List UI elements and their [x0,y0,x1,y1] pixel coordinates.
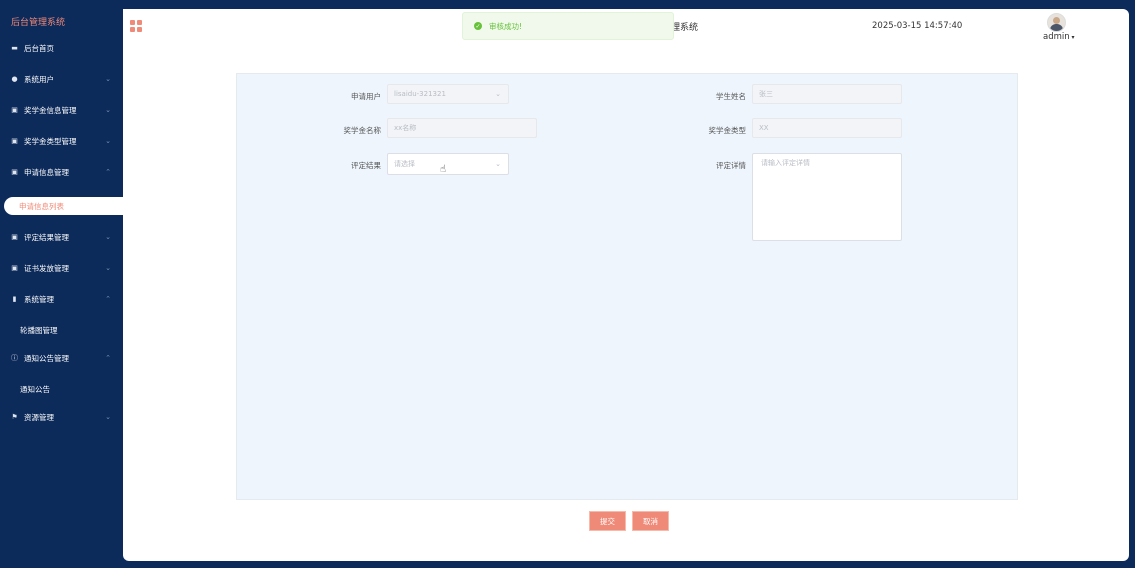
sidebar-item-application[interactable]: ▣ 申请信息管理 ⌃ [0,161,123,183]
sidebar-item-home[interactable]: ▬ 后台首页 [0,37,123,59]
result-label: 评定结果 [351,161,381,170]
main-content: 理系统 2025-03-15 14:57:40 admin ▾ 申请用户 lis… [123,9,1129,561]
header-datetime: 2025-03-15 14:57:40 [872,21,963,31]
sidebar-subitem-application-list[interactable]: 申请信息列表 [4,197,123,215]
scholarship-name-field: xx名称 [387,118,537,138]
applicant-label: 申请用户 [351,92,381,101]
chevron-down-icon: ⌄ [495,90,501,98]
pointer-cursor-icon: ☝ [440,164,447,175]
chevron-down-icon: ⌄ [105,137,111,145]
chevron-down-icon: ⌄ [105,264,111,272]
detail-placeholder: 请输入评定详情 [761,159,810,167]
check-circle-icon: ✓ [474,22,482,30]
sidebar-item-certificate[interactable]: ▣ 证书发放管理 ⌄ [0,257,123,279]
sidebar-item-notice[interactable]: ⓘ 通知公告管理 ⌃ [0,347,123,369]
student-name-field: 张三 [752,84,902,104]
detail-textarea[interactable]: 请输入评定详情 [752,153,902,241]
sidebar-item-label: 证书发放管理 [24,263,69,273]
brand-title: 后台管理系统 [11,18,66,28]
sidebar-item-system-users[interactable]: ● 系统用户 ⌄ [0,68,123,90]
toast-message: 审核成功! [489,21,523,31]
result-select[interactable]: 请选择 ⌄ [387,153,509,175]
detail-label: 评定详情 [716,161,746,170]
applicant-value: lisaidu-321321 [394,90,446,98]
sidebar-item-label: 系统用户 [24,74,54,84]
chevron-down-icon: ⌄ [495,160,501,168]
student-name-label: 学生姓名 [716,92,746,101]
sidebar-item-label: 系统管理 [24,294,54,304]
chevron-up-icon: ⌃ [105,295,111,303]
scholarship-type-value: XX [759,124,769,132]
chart-icon: ▣ [11,264,18,272]
chevron-up-icon: ⌃ [105,168,111,176]
chart-icon: ▣ [11,168,18,176]
student-name-value: 张三 [759,90,773,98]
chevron-down-icon: ⌄ [105,75,111,83]
chevron-down-icon: ⌄ [105,106,111,114]
scholarship-type-field: XX [752,118,902,138]
sidebar-item-label: 通知公告管理 [24,353,69,363]
sidebar-item-label: 资源管理 [24,412,54,422]
flag-icon: ⚑ [11,413,18,421]
sidebar-item-label: 评定结果管理 [24,232,69,242]
applicant-select: lisaidu-321321 ⌄ [387,84,509,104]
chart-icon: ▣ [11,137,18,145]
scholarship-name-value: xx名称 [394,124,417,132]
chart-icon: ▣ [11,233,18,241]
caret-down-icon: ▾ [1069,34,1075,41]
sidebar-item-scholarship-type[interactable]: ▣ 奖学金类型管理 ⌄ [0,130,123,152]
grid-menu-icon[interactable] [130,20,142,32]
form-panel: 申请用户 lisaidu-321321 ⌄ 学生姓名 张三 奖学金名称 xx名称… [236,73,1018,500]
sidebar-item-label: 奖学金类型管理 [24,136,77,146]
header-title: 理系统 [671,23,699,33]
scholarship-name-label: 奖学金名称 [343,126,382,135]
sidebar-item-label: 奖学金信息管理 [24,105,77,115]
submit-button[interactable]: 提交 [589,511,626,531]
sidebar-item-system[interactable]: ▮ 系统管理 ⌃ [0,288,123,310]
sidebar-item-label: 申请信息管理 [24,167,69,177]
scholarship-type-label: 奖学金类型 [708,126,747,135]
sidebar-subitem-carousel[interactable]: 轮播图管理 [20,325,58,336]
result-placeholder: 请选择 [394,160,415,168]
avatar[interactable] [1047,13,1066,32]
info-icon: ⓘ [11,354,18,362]
username: admin [1043,32,1070,42]
chevron-up-icon: ⌃ [105,354,111,362]
sidebar-subitem-notice[interactable]: 通知公告 [20,384,50,395]
sidebar-item-evaluation[interactable]: ▣ 评定结果管理 ⌄ [0,226,123,248]
user-menu[interactable]: admin ▾ [1043,32,1075,42]
bar-chart-icon: ▮ [12,295,17,303]
monitor-icon: ▬ [11,44,18,52]
chevron-down-icon: ⌄ [105,413,111,421]
cancel-button[interactable]: 取消 [632,511,669,531]
chart-icon: ▣ [11,106,18,114]
sidebar-item-label: 后台首页 [24,43,54,53]
user-icon: ● [11,75,18,83]
sidebar-item-resources[interactable]: ⚑ 资源管理 ⌄ [0,406,123,428]
sidebar-subitem-label: 申请信息列表 [19,202,64,211]
sidebar-item-scholarship-info[interactable]: ▣ 奖学金信息管理 ⌄ [0,99,123,121]
success-toast: ✓ 审核成功! [462,12,674,40]
sidebar: 后台管理系统 ▬ 后台首页 ● 系统用户 ⌄ ▣ 奖学金信息管理 ⌄ ▣ 奖学金… [0,0,123,568]
chevron-down-icon: ⌄ [105,233,111,241]
